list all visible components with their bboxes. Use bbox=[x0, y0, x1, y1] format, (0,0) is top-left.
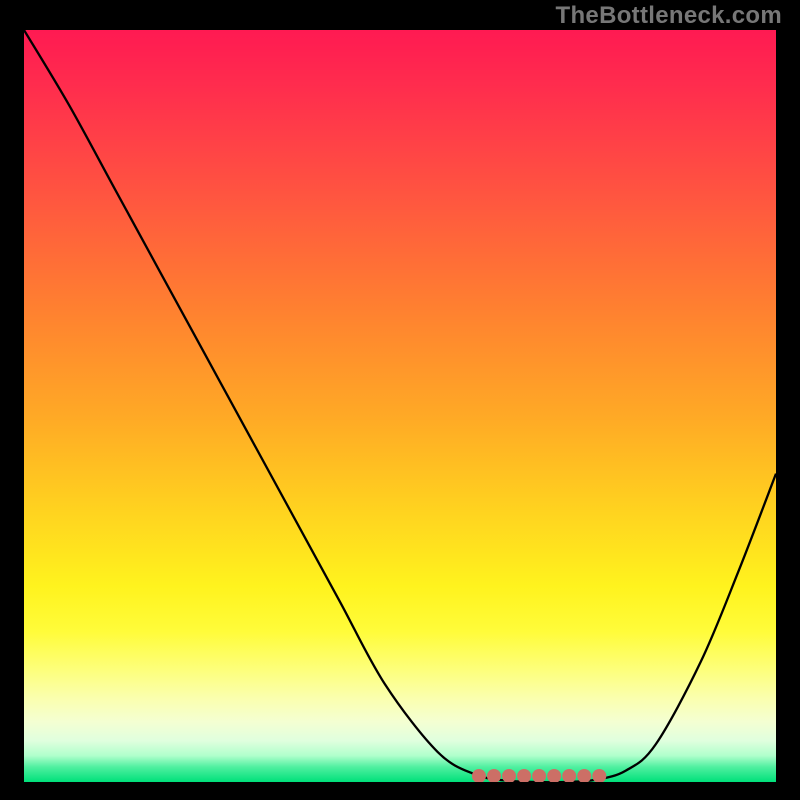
valley-dots-group bbox=[472, 769, 606, 782]
watermark-text: TheBottleneck.com bbox=[556, 2, 782, 30]
chart-svg bbox=[24, 30, 776, 782]
valley-dot bbox=[547, 769, 561, 782]
valley-dot bbox=[577, 769, 591, 782]
chart-plot-area bbox=[24, 30, 776, 782]
valley-dot bbox=[502, 769, 516, 782]
chart-curve bbox=[24, 30, 776, 782]
valley-dot bbox=[532, 769, 546, 782]
valley-dot bbox=[487, 769, 501, 782]
valley-dot bbox=[517, 769, 531, 782]
valley-dot bbox=[592, 769, 606, 782]
valley-dot bbox=[472, 769, 486, 782]
valley-dot bbox=[562, 769, 576, 782]
